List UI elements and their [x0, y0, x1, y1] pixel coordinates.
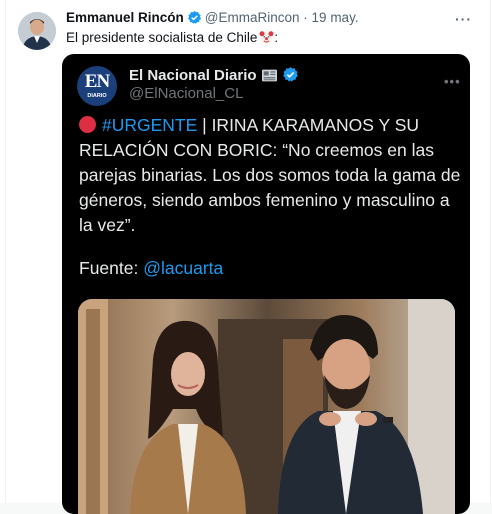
verified-badge-icon: [282, 66, 299, 87]
divider-right: [490, 0, 491, 503]
author-handle[interactable]: @EmmaRincon: [205, 10, 300, 25]
quoted-source: Fuente: @lacuarta: [79, 258, 223, 279]
quoted-author[interactable]: El Nacional Diario: [129, 66, 299, 87]
tweet[interactable]: Emmanuel Rincón @EmmaRincon · 19 may. ···…: [0, 0, 492, 514]
quoted-tweet[interactable]: EN DIARIO El Nacional Diario @ElNacional…: [62, 54, 470, 514]
quoted-author-name: El Nacional Diario: [129, 67, 257, 84]
logo-text: EN: [84, 71, 110, 92]
source-label: Fuente:: [79, 258, 144, 278]
tweet-text: El presidente socialista de Chile:: [66, 30, 278, 48]
author-name[interactable]: Emmanuel Rincón: [66, 10, 184, 25]
more-options-icon[interactable]: ···: [455, 11, 471, 27]
red-circle-icon: [79, 116, 96, 133]
quoted-text: #URGENTE | IRINA KARAMANOS Y SU RELACIÓN…: [79, 113, 465, 238]
hashtag-link[interactable]: #URGENTE: [102, 115, 197, 135]
quoted-avatar-logo[interactable]: EN DIARIO: [77, 66, 117, 106]
verified-badge-icon: [187, 10, 202, 28]
tweet-header: Emmanuel Rincón @EmmaRincon · 19 may.: [66, 10, 452, 30]
tweet-date[interactable]: 19 may.: [312, 10, 359, 25]
tweet-body: El presidente socialista de Chile: [66, 30, 258, 45]
newspaper-icon: [261, 68, 278, 87]
source-mention-link[interactable]: @lacuarta: [143, 258, 223, 278]
logo-subtext: DIARIO: [87, 93, 107, 99]
author-avatar[interactable]: [18, 12, 56, 50]
divider-left: [5, 0, 6, 503]
quoted-media-photo[interactable]: [78, 299, 455, 514]
quoted-more-options-icon[interactable]: •••: [444, 74, 460, 89]
clown-face-icon: [259, 30, 274, 48]
quoted-author-handle[interactable]: @ElNacional_CL: [129, 85, 243, 102]
separator-dot: ·: [303, 10, 308, 25]
